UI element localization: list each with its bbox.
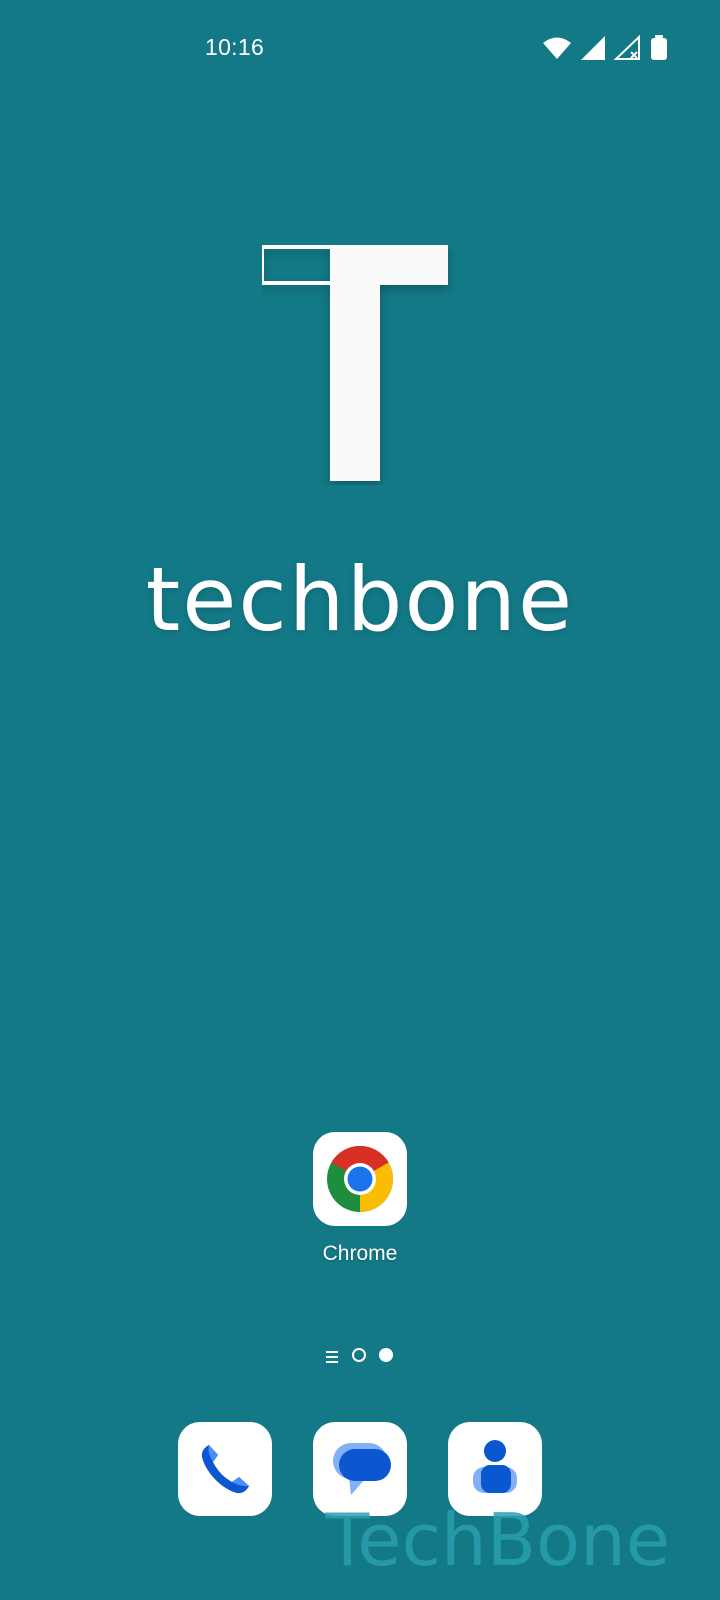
app-list-icon[interactable] bbox=[326, 1350, 338, 1368]
watermark: TechBone bbox=[325, 1498, 670, 1582]
status-bar: 10:16 bbox=[0, 0, 720, 96]
status-icons bbox=[542, 34, 668, 62]
app-chrome[interactable]: Chrome bbox=[308, 1132, 412, 1266]
app-label-chrome: Chrome bbox=[322, 1242, 398, 1265]
cell-signal-icon bbox=[580, 35, 606, 61]
status-clock: 10:16 bbox=[205, 34, 265, 60]
page-indicator[interactable] bbox=[0, 1346, 720, 1366]
battery-icon bbox=[650, 35, 668, 61]
phone-icon[interactable] bbox=[178, 1422, 272, 1516]
wallpaper-wordmark: techbone bbox=[145, 548, 575, 651]
wallpaper-logo-t bbox=[260, 245, 458, 485]
page-dot-2-active[interactable] bbox=[379, 1348, 393, 1362]
wifi-icon bbox=[542, 36, 572, 60]
page-dot-1[interactable] bbox=[352, 1348, 366, 1362]
chrome-icon[interactable] bbox=[313, 1132, 407, 1226]
cell-signal-no-service-icon bbox=[614, 35, 642, 61]
